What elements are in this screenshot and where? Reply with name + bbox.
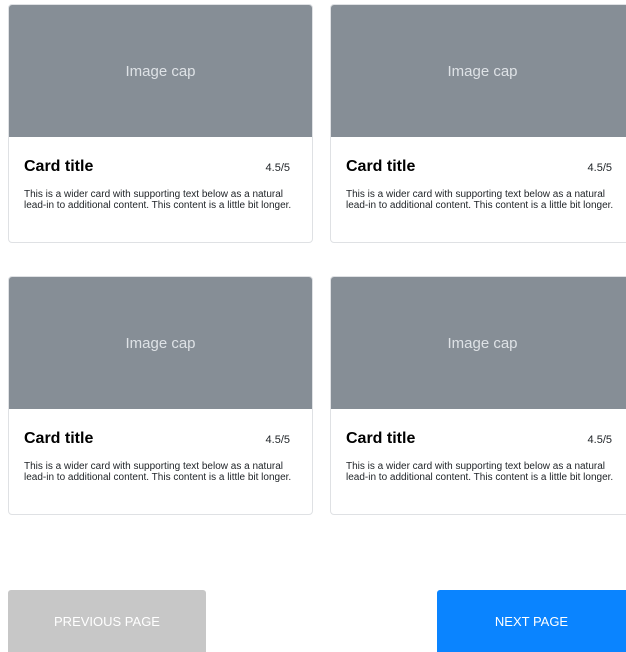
card: Image cap Card title 4.5/5 This is a wid… bbox=[8, 4, 313, 243]
card-image-cap: Image cap bbox=[9, 5, 312, 137]
card: Image cap Card title 4.5/5 This is a wid… bbox=[330, 4, 626, 243]
card-image-cap: Image cap bbox=[9, 277, 312, 409]
card-image-cap: Image cap bbox=[331, 5, 626, 137]
card: Image cap Card title 4.5/5 This is a wid… bbox=[8, 276, 313, 515]
card-text: This is a wider card with supporting tex… bbox=[346, 189, 614, 211]
card-text: This is a wider card with supporting tex… bbox=[24, 461, 292, 483]
card-rating: 4.5/5 bbox=[265, 162, 290, 174]
card-rating: 4.5/5 bbox=[587, 434, 612, 446]
card-image-cap: Image cap bbox=[331, 277, 626, 409]
card-title: Card title bbox=[346, 158, 416, 175]
card-text: This is a wider card with supporting tex… bbox=[346, 461, 614, 483]
card-title: Card title bbox=[24, 430, 94, 447]
image-cap-label: Image cap bbox=[125, 334, 196, 352]
card-title: Card title bbox=[24, 158, 94, 175]
card-rating: 4.5/5 bbox=[265, 434, 290, 446]
card-rating: 4.5/5 bbox=[587, 162, 612, 174]
image-cap-label: Image cap bbox=[447, 334, 518, 352]
previous-page-button[interactable]: PREVIOUS PAGE bbox=[8, 590, 206, 652]
image-cap-label: Image cap bbox=[447, 62, 518, 80]
card: Image cap Card title 4.5/5 This is a wid… bbox=[330, 276, 626, 515]
next-page-button[interactable]: NEXT PAGE bbox=[437, 590, 626, 652]
card-text: This is a wider card with supporting tex… bbox=[24, 189, 292, 211]
card-title: Card title bbox=[346, 430, 416, 447]
image-cap-label: Image cap bbox=[125, 62, 196, 80]
